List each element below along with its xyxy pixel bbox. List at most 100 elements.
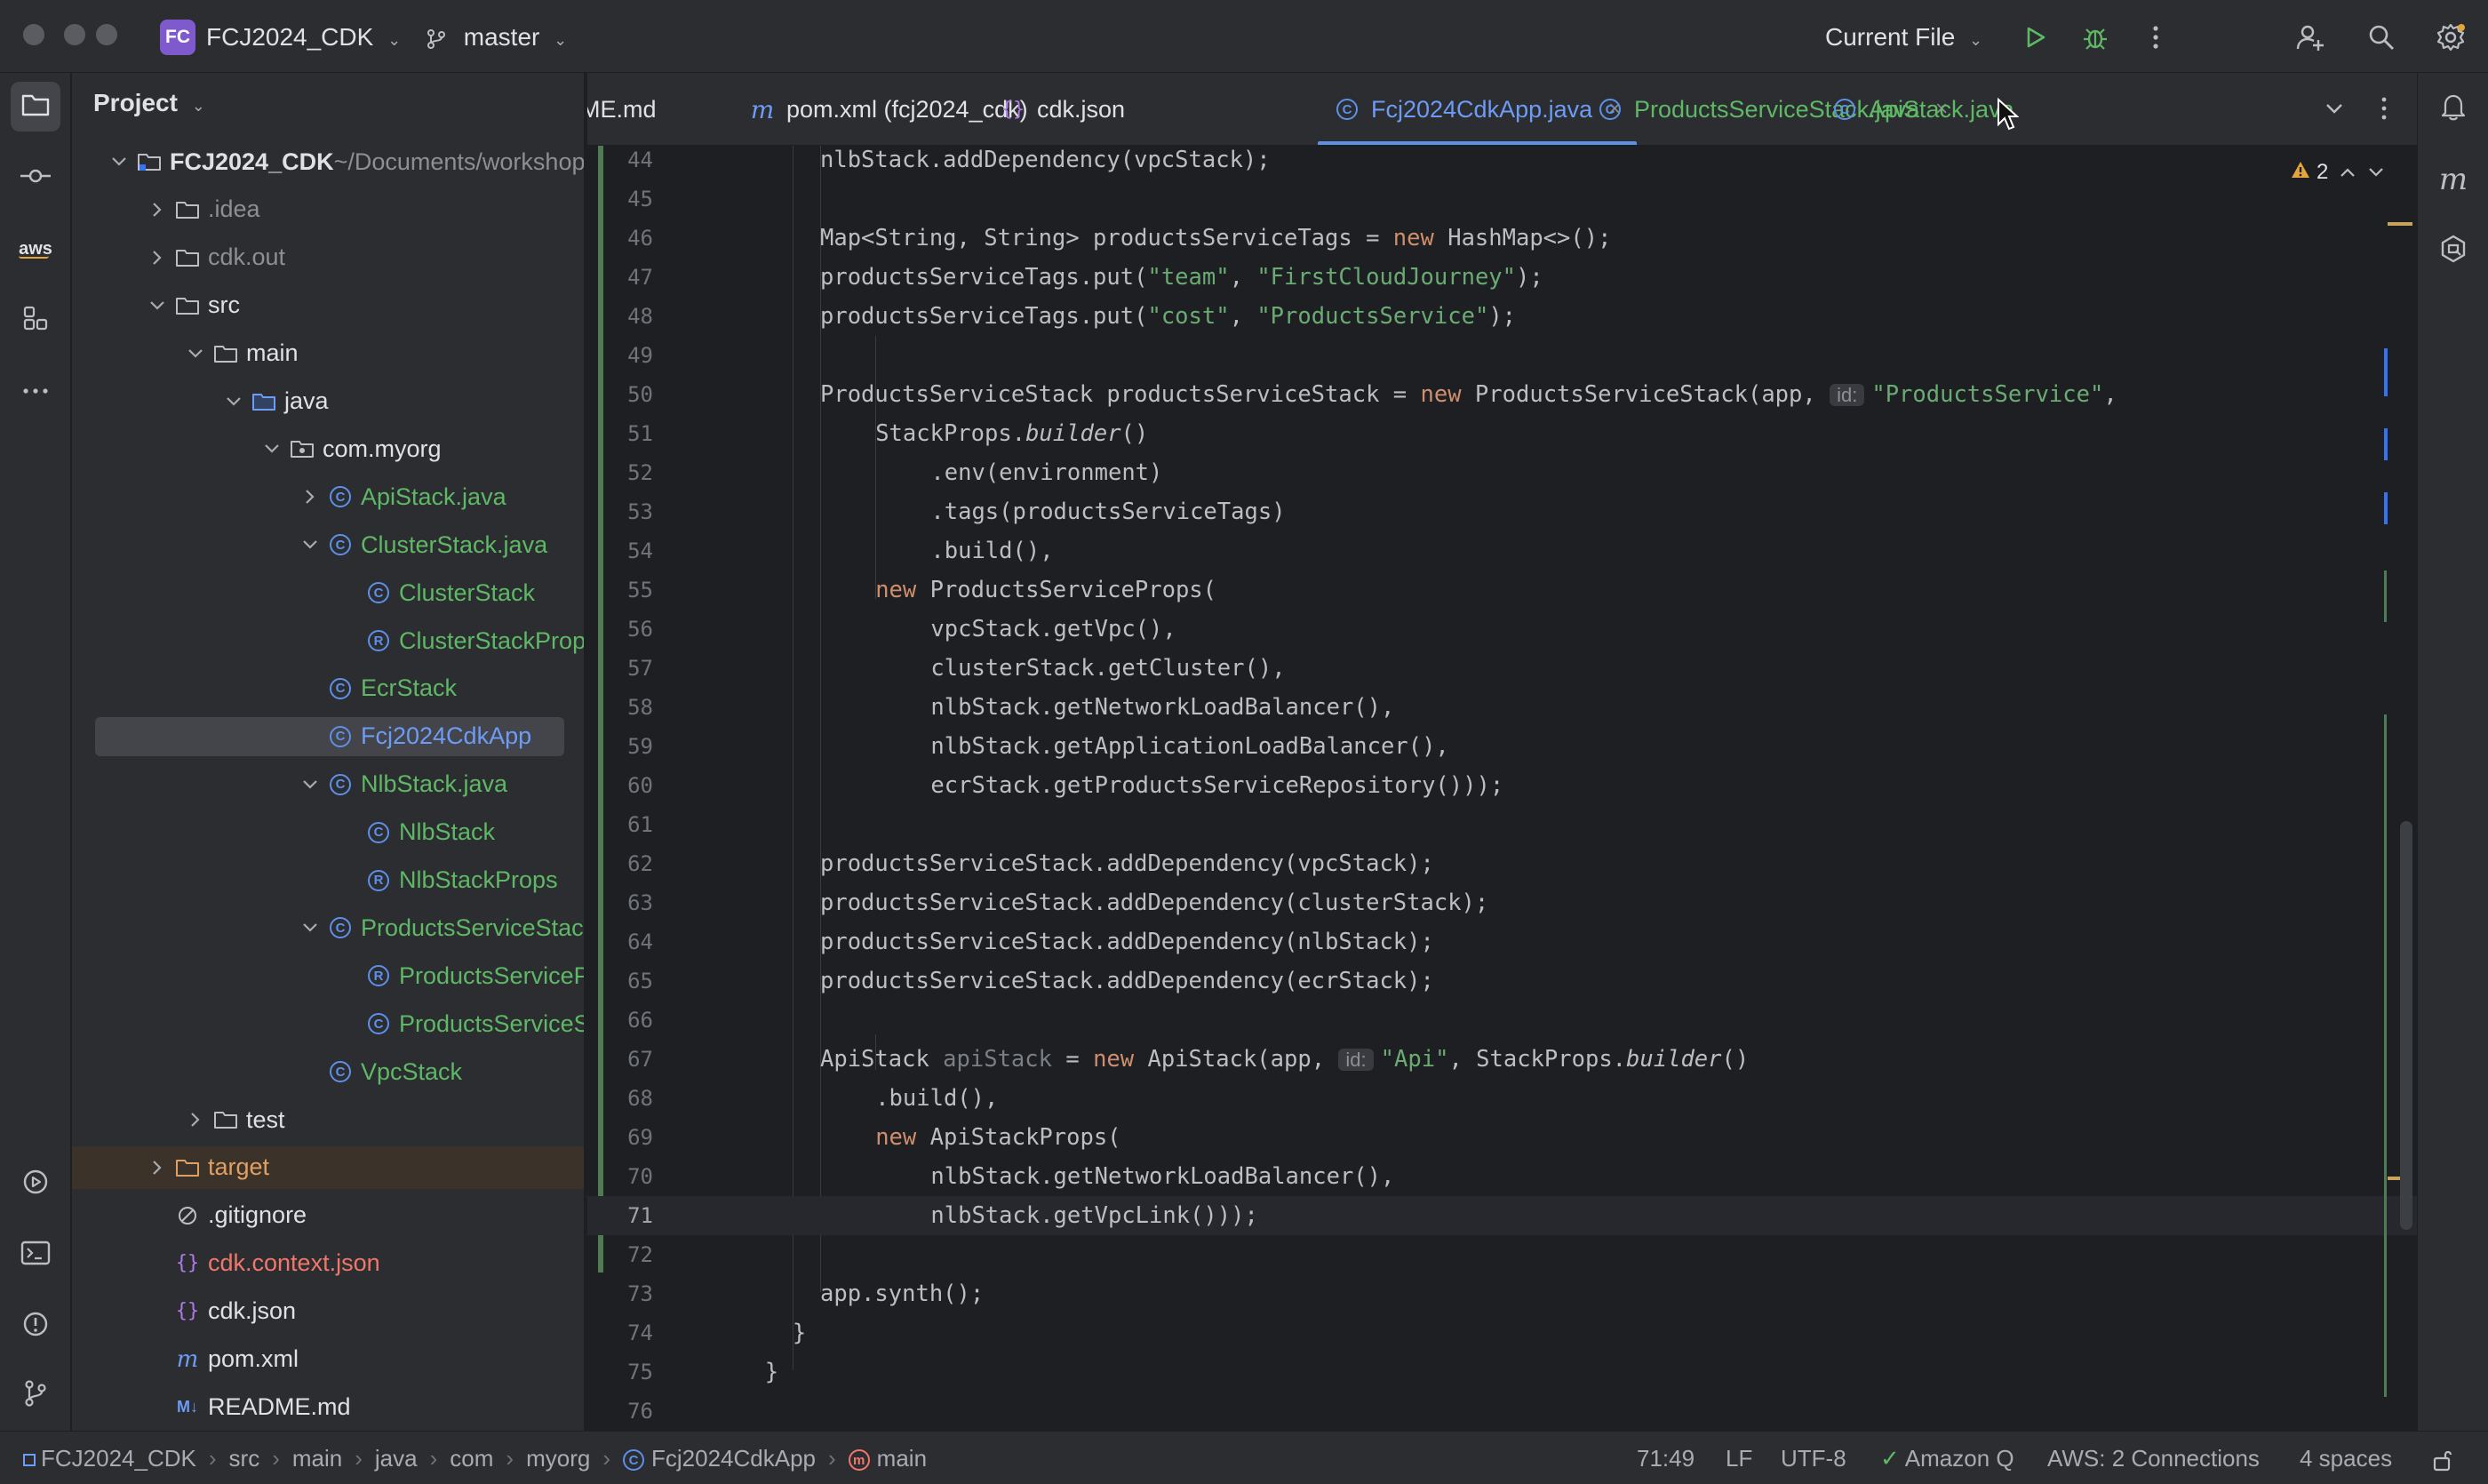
code-line[interactable]: 71 nlbStack.getVpcLink())); — [587, 1196, 2417, 1235]
code-line[interactable]: 57 clusterStack.getCluster(), — [587, 649, 2417, 688]
caret-position[interactable]: 71:49 — [1637, 1432, 1695, 1484]
editor-tab[interactable]: m pom.xml (fcj2024_cdk) — [749, 73, 1028, 145]
tree-item[interactable]: .gitignore — [72, 1194, 584, 1237]
code-line[interactable]: 44 nlbStack.addDependency(vpcStack); — [587, 146, 2417, 180]
tree-item[interactable]: test — [72, 1098, 584, 1141]
chevron-down-icon[interactable] — [260, 437, 283, 460]
settings-gear-icon[interactable] — [2431, 18, 2470, 57]
project-tool-button[interactable] — [11, 82, 60, 132]
code-line[interactable]: 76 — [587, 1392, 2417, 1431]
terminal-tool-button[interactable] — [11, 1230, 60, 1280]
chevron-right-icon[interactable] — [146, 1156, 169, 1179]
project-switcher[interactable]: FCJ2024_CDK ⌄ — [206, 20, 401, 55]
breadcrumb-item[interactable]: C Fcj2024CdkApp — [623, 1445, 816, 1472]
tree-item[interactable]: {} cdk.json — [72, 1290, 584, 1333]
tab-list-chevron-icon[interactable] — [2315, 89, 2354, 128]
branch-switcher[interactable]: master ⌄ — [425, 20, 567, 55]
project-badge[interactable]: FC — [160, 20, 195, 55]
tree-item[interactable]: cdk.out — [72, 236, 584, 279]
scroll-change-marker[interactable] — [2384, 714, 2387, 1397]
code-line[interactable]: 64 productsServiceStack.addDependency(nlb… — [587, 922, 2417, 961]
window-close-button[interactable] — [23, 24, 44, 45]
code-line[interactable]: 46 Map<String, String> productsServiceTag… — [587, 219, 2417, 258]
chevron-down-icon[interactable] — [299, 916, 322, 939]
tree-item[interactable]: C ProductsServiceSta — [72, 1002, 584, 1045]
run-config-selector[interactable]: Current File ⌄ — [1825, 20, 1982, 55]
tree-item[interactable]: m pom.xml — [72, 1338, 584, 1381]
code-line[interactable]: 55 new ProductsServiceProps( — [587, 570, 2417, 610]
problems-tool-button[interactable] — [11, 1301, 60, 1351]
editor-tab[interactable]: ME.md — [587, 73, 657, 145]
breadcrumb-item[interactable]: src — [229, 1445, 260, 1472]
tree-item[interactable]: C NlbStack.java — [72, 763, 584, 806]
tree-item[interactable]: R NlbStackProps — [72, 859, 584, 902]
code-line[interactable]: 47 productsServiceTags.put("team", "First… — [587, 258, 2417, 297]
code-line[interactable]: 56 vpcStack.getVpc(), — [587, 610, 2417, 649]
chevron-down-icon[interactable] — [222, 390, 245, 413]
lock-icon[interactable] — [2431, 1432, 2454, 1484]
tree-item[interactable]: M↓ README.md — [72, 1385, 584, 1428]
run-icon[interactable] — [2015, 18, 2054, 57]
indent-selector[interactable]: 4 spaces — [2300, 1432, 2392, 1484]
encoding-selector[interactable]: UTF-8 — [1781, 1432, 1846, 1484]
code-line[interactable]: 58 nlbStack.getNetworkLoadBalancer(), — [587, 688, 2417, 727]
code-editor[interactable]: 44 nlbStack.addDependency(vpcStack); 45 46 M… — [587, 146, 2417, 1431]
vertical-scrollbar-thumb[interactable] — [2400, 821, 2412, 1230]
code-line[interactable]: 75} — [587, 1352, 2417, 1392]
code-with-me-icon[interactable] — [2291, 18, 2330, 57]
tree-item[interactable]: R ClusterStackProps — [72, 619, 584, 662]
amazon-q-status[interactable]: ✓ Amazon Q — [1880, 1432, 2014, 1484]
window-minimize-button[interactable] — [64, 24, 85, 45]
tree-item[interactable]: C VpcStack — [72, 1050, 584, 1093]
tree-item[interactable]: C Fcj2024CdkApp — [72, 715, 584, 758]
chevron-right-icon[interactable] — [146, 198, 169, 221]
code-line[interactable]: 66 — [587, 1001, 2417, 1040]
code-line[interactable]: 74} — [587, 1313, 2417, 1352]
tree-item[interactable]: C EcrStack — [72, 667, 584, 710]
code-line[interactable]: 62 productsServiceStack.addDependency(vpc… — [587, 844, 2417, 883]
tree-item[interactable]: C ClusterStack.java — [72, 523, 584, 566]
aws-connections-status[interactable]: AWS: 2 Connections — [2047, 1432, 2260, 1484]
code-line[interactable]: 45 — [587, 180, 2417, 219]
more-tools-button[interactable] — [11, 366, 60, 416]
chevron-down-icon[interactable] — [108, 150, 131, 173]
tree-item[interactable]: C NlbStack — [72, 811, 584, 854]
scroll-change-marker[interactable] — [2384, 348, 2388, 396]
scroll-warning-marker[interactable] — [2388, 222, 2412, 226]
chevron-right-icon[interactable] — [146, 246, 169, 269]
code-line[interactable]: 70 nlbStack.getNetworkLoadBalancer(), — [587, 1157, 2417, 1196]
editor-tab[interactable]: C ApiStack.java — [1831, 73, 2014, 145]
code-line[interactable]: 73 app.synth(); — [587, 1274, 2417, 1313]
chevron-down-icon[interactable] — [2367, 160, 2385, 185]
tree-item[interactable]: src — [72, 284, 584, 327]
editor-tab[interactable]: {} cdk.json — [1000, 73, 1125, 145]
services-tool-button[interactable] — [11, 1159, 60, 1209]
code-line[interactable]: 50 ProductsServiceStack productsServiceSt… — [587, 375, 2417, 414]
code-line[interactable]: 60 ecrStack.getProductsServiceRepository(… — [587, 766, 2417, 805]
code-line[interactable]: 54 .build(), — [587, 531, 2417, 570]
breadcrumb-item[interactable]: m main — [848, 1445, 927, 1472]
debug-icon[interactable] — [2076, 18, 2115, 57]
chevron-down-icon[interactable] — [146, 294, 169, 317]
structure-tool-button[interactable] — [11, 295, 60, 345]
more-vertical-icon[interactable] — [2136, 18, 2175, 57]
code-line[interactable]: 51 StackProps.builder() — [587, 414, 2417, 453]
code-line[interactable]: 53 .tags(productsServiceTags) — [587, 492, 2417, 531]
more-vertical-icon[interactable] — [2364, 89, 2404, 128]
search-icon[interactable] — [2362, 18, 2401, 57]
scroll-change-marker[interactable] — [2384, 428, 2388, 460]
scroll-change-marker[interactable] — [2384, 570, 2387, 622]
code-line[interactable]: 67 ApiStack apiStack = new ApiStack(app, … — [587, 1040, 2417, 1079]
line-ending-selector[interactable]: LF — [1726, 1432, 1752, 1484]
code-line[interactable]: 72 — [587, 1235, 2417, 1274]
tree-item[interactable]: C ApiStack.java — [72, 475, 584, 518]
project-view-selector[interactable]: Project ⌄ — [93, 89, 205, 117]
scroll-change-marker[interactable] — [2384, 492, 2388, 524]
code-line[interactable]: 49 — [587, 336, 2417, 375]
chevron-down-icon[interactable] — [299, 773, 322, 796]
tree-item[interactable]: C ProductsServiceStack.j — [72, 906, 584, 949]
aws-toolkit-button[interactable]: aws — [11, 224, 60, 274]
chevron-down-icon[interactable] — [299, 533, 322, 556]
chevron-down-icon[interactable] — [184, 342, 207, 365]
amazon-q-tool-button[interactable] — [2428, 226, 2478, 275]
